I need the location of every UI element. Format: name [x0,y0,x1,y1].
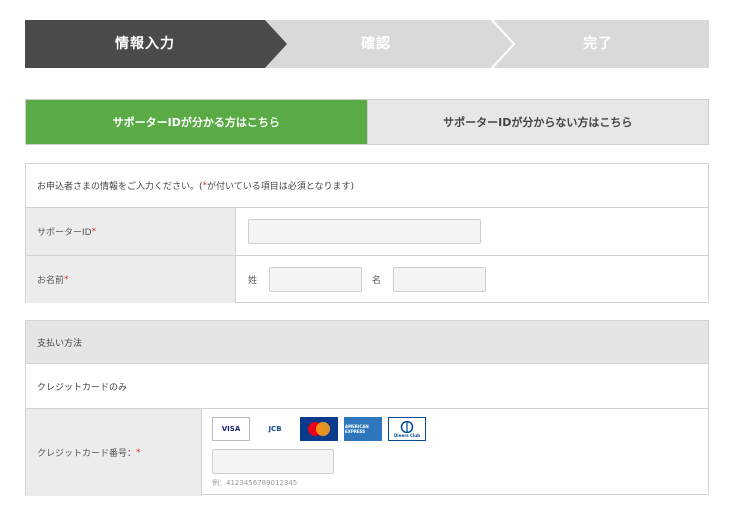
visa-logo-text: VISA [221,425,241,433]
step-complete-label: 完了 [583,36,613,52]
supporter-id-input[interactable] [248,219,481,244]
first-name-label: 名 [372,276,382,286]
diners-logo-text: Diners Club [393,432,420,438]
applicant-info-table: お申込者さまの情報をご入力ください。(* が付いている項目は必須となります) サポ… [25,163,709,303]
name-label-text: お名前 [37,276,65,286]
payment-section-title: 支払い方法 [26,321,708,363]
payment-method-table: 支払い方法 クレジットカードのみ クレジットカード番号：* VISA JCB [25,320,709,496]
card-number-label: クレジットカード番号： * [26,409,202,496]
mastercard-circles [308,422,330,436]
last-name-input[interactable] [269,267,363,292]
supporter-id-tabs: サポーターIDが分かる方はこちら サポーターIDが分からない方はこちら [25,99,709,145]
intro-suffix: が付いている項目は必須となります) [207,182,354,192]
supporter-id-cell [236,208,708,255]
supporter-id-label-text: サポーターID [37,228,92,238]
applicant-intro-text: お申込者さまの情報をご入力ください。(* が付いている項目は必須となります) [26,164,708,207]
name-label: お名前 * [26,256,236,303]
diners-logo-icon: Diners Club [388,417,426,441]
mastercard-logo-icon [300,417,338,441]
jcb-logo-icon: JCB [256,417,294,441]
card-brand-logos: VISA JCB AMERICAN EXPRESS Diners Club [212,417,426,441]
required-mark: * [64,274,69,285]
card-number-cell: VISA JCB AMERICAN EXPRESS Diners Club 例：… [202,409,708,496]
card-number-input[interactable] [212,449,334,474]
card-number-example: 例：4123456789012345 [212,479,298,487]
required-mark: * [91,226,97,237]
amex-logo-icon: AMERICAN EXPRESS [344,417,382,441]
card-number-row: クレジットカード番号： * VISA JCB AMERICAN EXPRESS … [26,408,708,496]
required-mark: * [136,447,141,458]
amex-logo-text: AMERICAN EXPRESS [345,424,369,434]
supporter-id-row: サポーターID * [26,207,708,255]
visa-logo-icon: VISA [212,417,250,441]
name-row: お名前 * 姓 名 [26,255,708,303]
progress-stepper: 情報入力 確認 完了 [25,20,709,68]
step-confirm-label: 確認 [361,36,391,52]
tab-id-unknown[interactable]: サポーターIDが分からない方はこちら [366,100,708,144]
intro-prefix: お申込者さまの情報をご入力ください。( [37,182,203,192]
page: 情報入力 確認 完了 サポーターIDが分かる方はこちら サポーターIDが分からな… [0,0,750,505]
supporter-id-label: サポーターID * [26,208,236,255]
jcb-logo-text: JCB [268,425,282,433]
card-number-label-text: クレジットカード番号： [37,449,137,459]
tab-id-known[interactable]: サポーターIDが分かる方はこちら [26,100,367,144]
payment-method-note: クレジットカードのみ [26,363,708,408]
step-input-label: 情報入力 [115,36,175,52]
last-name-label: 姓 [248,276,258,286]
first-name-input[interactable] [393,267,487,292]
name-cell: 姓 名 [236,256,708,303]
diners-emblem [400,420,414,433]
